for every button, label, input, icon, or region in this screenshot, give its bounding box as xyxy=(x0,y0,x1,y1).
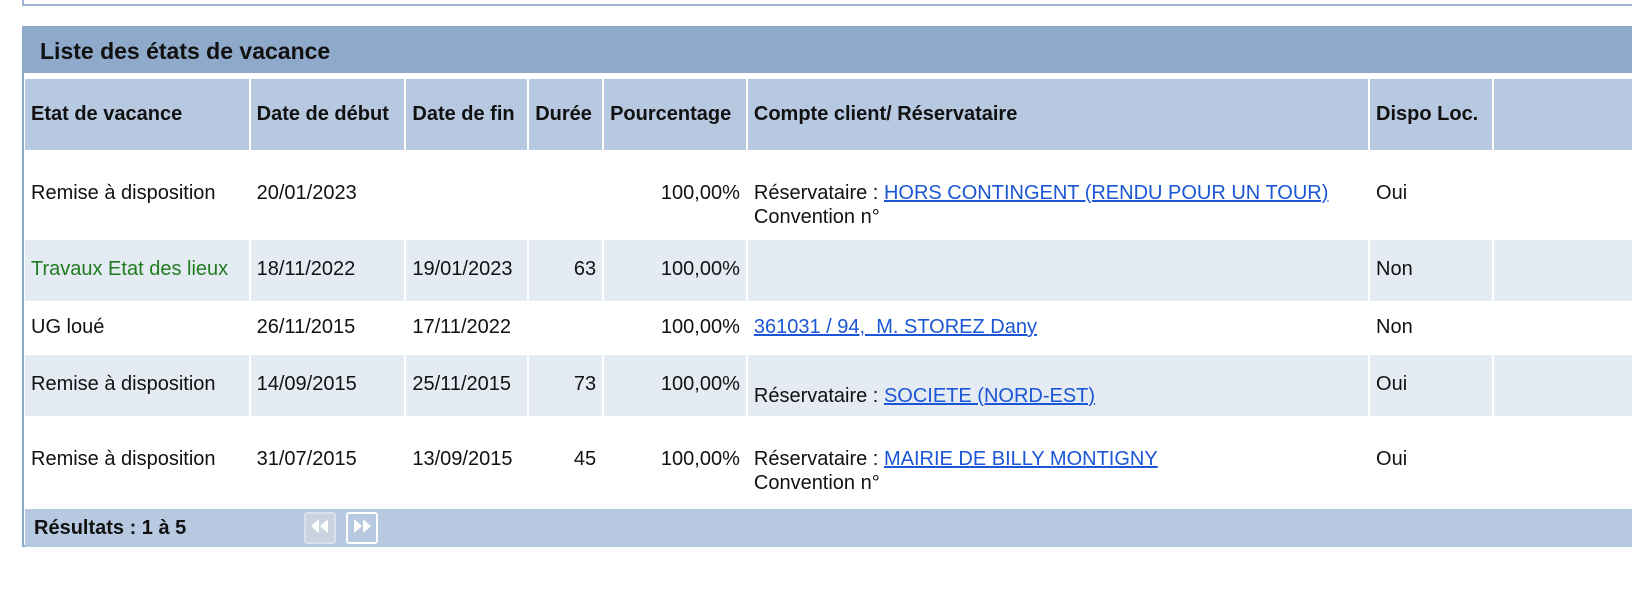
cell-etat: Remise à disposition xyxy=(25,150,251,240)
cell-date-debut: 14/09/2015 xyxy=(250,355,407,416)
cell-duree: 45 xyxy=(529,416,605,507)
convention-text: Convention n° xyxy=(753,472,880,494)
results-count: Résultats : 1 à 5 xyxy=(34,517,187,539)
cell-compte: Réservataire : MAIRIE DE BILLY MONTIGNY … xyxy=(747,416,1371,507)
cell-dispo: Non xyxy=(1370,301,1494,355)
cell-compte: 361031 / 94, M. STOREZ Dany xyxy=(747,301,1371,355)
cell-date-fin: 19/01/2023 xyxy=(406,240,530,301)
cell-empty xyxy=(1493,416,1632,507)
column-header-dispo[interactable]: Dispo Loc. xyxy=(1370,79,1494,150)
vacancy-states-table: Etat de vacance Date de début Date de fi… xyxy=(25,79,1632,507)
cell-pourcentage: 100,00% xyxy=(604,150,748,240)
reservataire-label: Réservataire : xyxy=(753,385,884,407)
cell-empty xyxy=(1493,150,1632,240)
cell-compte xyxy=(747,240,1371,301)
table-header-row: Etat de vacance Date de début Date de fi… xyxy=(25,79,1632,150)
cell-date-debut: 31/07/2015 xyxy=(250,416,407,507)
cell-pourcentage: 100,00% xyxy=(604,301,748,355)
cell-date-debut: 26/11/2015 xyxy=(250,301,407,355)
column-header-etat[interactable]: Etat de vacance xyxy=(25,79,251,150)
convention-text: Convention n° xyxy=(753,206,880,228)
cell-empty xyxy=(1493,355,1632,416)
cell-duree xyxy=(529,301,605,355)
column-header-date-fin[interactable]: Date de fin xyxy=(406,79,530,150)
cell-date-fin: 25/11/2015 xyxy=(406,355,530,416)
table-row[interactable]: Remise à disposition 20/01/2023 100,00% … xyxy=(25,150,1632,240)
table-row[interactable]: Remise à disposition 14/09/2015 25/11/20… xyxy=(25,355,1632,416)
vacancy-states-panel: Liste des états de vacance Etat de vacan… xyxy=(22,26,1632,547)
cell-dispo: Oui xyxy=(1370,355,1494,416)
reservataire-label: Réservataire : xyxy=(753,182,884,204)
cell-etat: UG loué xyxy=(25,301,251,355)
cell-pourcentage: 100,00% xyxy=(604,416,748,507)
reservataire-link[interactable]: MAIRIE DE BILLY MONTIGNY xyxy=(884,448,1158,470)
cell-compte: Réservataire : HORS CONTINGENT (RENDU PO… xyxy=(747,150,1371,240)
cell-empty xyxy=(1493,301,1632,355)
cell-duree: 63 xyxy=(529,240,605,301)
reservataire-link[interactable]: SOCIETE (NORD-EST) xyxy=(884,385,1095,407)
cell-empty xyxy=(1493,240,1632,301)
cell-duree xyxy=(529,150,605,240)
column-header-date-debut[interactable]: Date de début xyxy=(250,79,407,150)
cell-date-debut: 18/11/2022 xyxy=(250,240,407,301)
cell-pourcentage: 100,00% xyxy=(604,355,748,416)
first-page-icon xyxy=(309,517,331,540)
table-row[interactable]: Remise à disposition 31/07/2015 13/09/20… xyxy=(25,416,1632,507)
pagination-footer: Résultats : 1 à 5 xyxy=(25,509,1632,547)
panel-title: Liste des états de vacance xyxy=(24,28,1632,75)
cell-etat: Remise à disposition xyxy=(25,416,251,507)
table-row[interactable]: UG loué 26/11/2015 17/11/2022 100,00% 36… xyxy=(25,301,1632,355)
cell-etat: Remise à disposition xyxy=(25,355,251,416)
previous-panel-edge xyxy=(22,0,1632,6)
column-header-empty xyxy=(1493,79,1632,150)
first-page-button[interactable] xyxy=(304,512,336,544)
cell-etat: Travaux Etat des lieux xyxy=(25,240,251,301)
next-page-button[interactable] xyxy=(346,512,378,544)
reservataire-label: Réservataire : xyxy=(753,448,884,470)
cell-dispo: Oui xyxy=(1370,416,1494,507)
cell-date-fin xyxy=(406,150,530,240)
cell-pourcentage: 100,00% xyxy=(604,240,748,301)
column-header-compte[interactable]: Compte client/ Réservataire xyxy=(747,79,1371,150)
reservataire-link[interactable]: HORS CONTINGENT (RENDU POUR UN TOUR) xyxy=(884,182,1328,204)
cell-compte: Réservataire : SOCIETE (NORD-EST) xyxy=(747,355,1371,416)
client-account-link[interactable]: 361031 / 94, M. STOREZ Dany xyxy=(754,316,1037,338)
cell-date-fin: 17/11/2022 xyxy=(406,301,530,355)
column-header-pourcentage[interactable]: Pourcentage xyxy=(604,79,748,150)
cell-duree: 73 xyxy=(529,355,605,416)
cell-dispo: Oui xyxy=(1370,150,1494,240)
next-page-icon xyxy=(351,517,373,540)
cell-date-debut: 20/01/2023 xyxy=(250,150,407,240)
column-header-duree[interactable]: Durée xyxy=(529,79,605,150)
cell-dispo: Non xyxy=(1370,240,1494,301)
table-row[interactable]: Travaux Etat des lieux 18/11/2022 19/01/… xyxy=(25,240,1632,301)
cell-date-fin: 13/09/2015 xyxy=(406,416,530,507)
